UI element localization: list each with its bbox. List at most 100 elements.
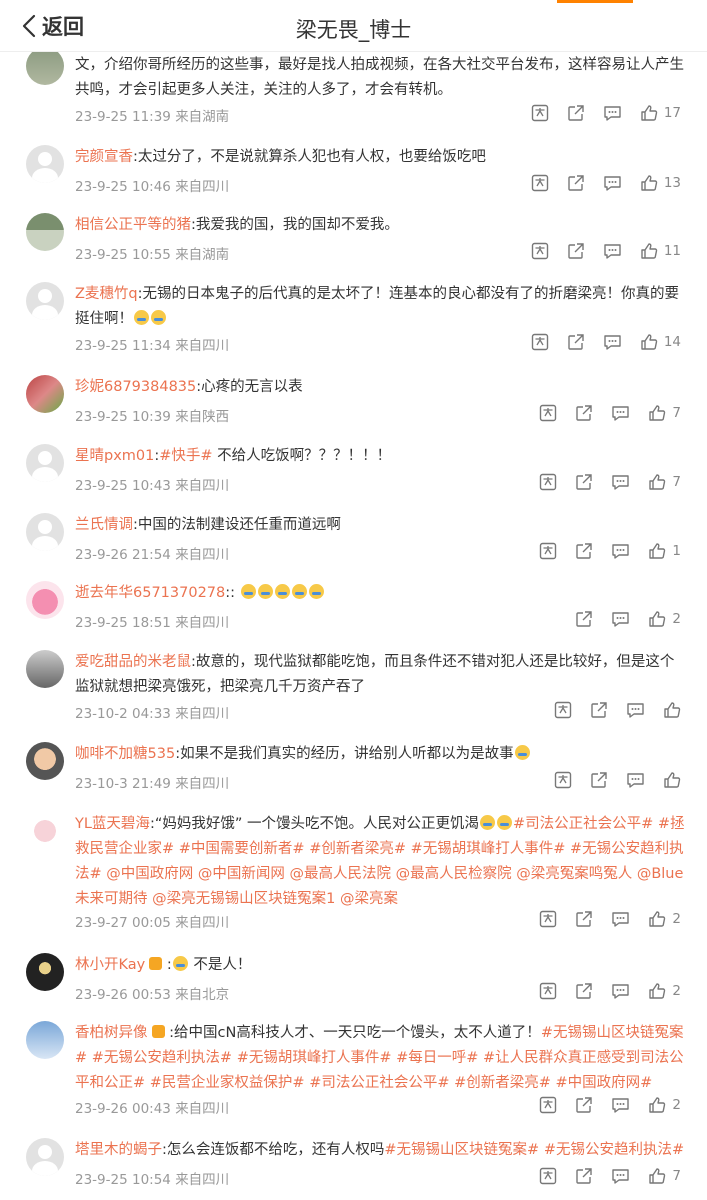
reply-button[interactable] — [603, 333, 622, 351]
username-link[interactable]: 塔里木的蝎子 — [75, 1142, 162, 1158]
like-button[interactable]: 2 — [648, 1096, 681, 1114]
share-button[interactable] — [575, 610, 593, 628]
username-link[interactable]: Z麦穗竹q — [75, 286, 138, 302]
avatar[interactable] — [26, 145, 64, 183]
username-link[interactable]: 星晴pxm01 — [75, 448, 154, 464]
topic-link[interactable]: @中国新闻网 — [198, 866, 285, 882]
topic-link[interactable]: #无锡锡山区块链冤案# — [384, 1142, 539, 1158]
translate-button[interactable] — [539, 1096, 557, 1114]
translate-button[interactable] — [539, 404, 557, 422]
reply-button[interactable] — [626, 701, 645, 719]
share-button[interactable] — [575, 404, 593, 422]
translate-button[interactable] — [554, 701, 572, 719]
like-button[interactable]: 1 — [648, 542, 681, 560]
reply-button[interactable] — [611, 473, 630, 491]
avatar[interactable] — [26, 742, 64, 780]
topic-link[interactable]: #无锡公安趋利执法# — [544, 1142, 684, 1158]
reply-button[interactable] — [611, 1096, 630, 1114]
username-link[interactable]: 爱吃甜品的米老鼠 — [75, 654, 191, 670]
translate-button[interactable] — [554, 771, 572, 789]
translate-button[interactable] — [531, 333, 549, 351]
reply-button[interactable] — [611, 910, 630, 928]
username-link[interactable]: 林小开Kay — [75, 957, 145, 973]
topic-link[interactable]: #无锡胡琪峰打人事件# — [411, 841, 566, 857]
topic-link[interactable]: @最高人民法院 — [289, 866, 391, 882]
username-link[interactable]: 相信公正平等的猪 — [75, 217, 191, 233]
avatar[interactable] — [26, 375, 64, 413]
avatar[interactable] — [26, 1138, 64, 1176]
share-button[interactable] — [575, 1096, 593, 1114]
share-button[interactable] — [590, 701, 608, 719]
share-button[interactable] — [575, 1167, 593, 1185]
translate-button[interactable] — [539, 1167, 557, 1185]
like-button[interactable]: 7 — [648, 404, 681, 422]
reply-button[interactable] — [611, 610, 630, 628]
topic-link[interactable]: @梁亮冤案鸣冤人 — [516, 866, 632, 882]
translate-button[interactable] — [539, 982, 557, 1000]
share-button[interactable] — [590, 771, 608, 789]
share-button[interactable] — [567, 174, 585, 192]
reply-button[interactable] — [626, 771, 645, 789]
like-button[interactable]: 14 — [640, 333, 681, 351]
topic-link[interactable]: #快手# — [159, 448, 212, 464]
topic-link[interactable]: @最高人民检察院 — [396, 866, 512, 882]
reply-button[interactable] — [611, 404, 630, 422]
share-button[interactable] — [575, 982, 593, 1000]
avatar[interactable] — [26, 444, 64, 482]
share-button[interactable] — [575, 473, 593, 491]
reply-button[interactable] — [603, 104, 622, 122]
like-button[interactable]: 2 — [648, 910, 681, 928]
translate-button[interactable] — [531, 104, 549, 122]
reply-button[interactable] — [603, 242, 622, 260]
avatar[interactable] — [26, 1021, 64, 1059]
like-button[interactable]: 7 — [648, 1167, 681, 1185]
topic-link[interactable]: #司法公正社会公平# — [513, 816, 653, 832]
like-button[interactable]: 2 — [648, 610, 681, 628]
share-button[interactable] — [575, 910, 593, 928]
translate-button[interactable] — [531, 174, 549, 192]
avatar[interactable] — [26, 282, 64, 320]
reply-button[interactable] — [611, 542, 630, 560]
share-button[interactable] — [567, 333, 585, 351]
username-link[interactable]: 香柏树异像 — [75, 1025, 148, 1041]
username-link[interactable]: 逝去年华6571370278 — [75, 585, 225, 601]
translate-button[interactable] — [531, 242, 549, 260]
avatar[interactable] — [26, 953, 64, 991]
username-link[interactable]: 咖啡不加糖535 — [75, 746, 175, 762]
avatar[interactable] — [26, 812, 64, 850]
topic-link[interactable]: #每日一呼# — [396, 1050, 478, 1066]
reply-button[interactable] — [603, 174, 622, 192]
like-button[interactable]: 2 — [648, 982, 681, 1000]
like-button[interactable]: 7 — [648, 473, 681, 491]
avatar[interactable] — [26, 650, 64, 688]
username-link[interactable]: YL蓝天碧海 — [75, 816, 150, 832]
topic-link[interactable]: @梁亮无锡锡山区块链冤案1 — [152, 891, 335, 907]
like-button[interactable]: 13 — [640, 174, 681, 192]
topic-link[interactable]: #无锡胡琪峰打人事件# — [237, 1050, 392, 1066]
topic-link[interactable]: @中国政府网 — [106, 866, 193, 882]
like-button[interactable] — [663, 701, 681, 719]
reply-button[interactable] — [611, 1167, 630, 1185]
translate-button[interactable] — [539, 542, 557, 560]
topic-link[interactable]: #创新者梁亮# — [309, 841, 406, 857]
avatar[interactable] — [26, 47, 64, 85]
share-button[interactable] — [567, 242, 585, 260]
avatar[interactable] — [26, 513, 64, 551]
like-button[interactable] — [663, 771, 681, 789]
topic-link[interactable]: #无锡公安趋利执法# — [92, 1050, 232, 1066]
topic-link[interactable]: #司法公正社会公平# — [309, 1075, 449, 1091]
username-link[interactable]: 完颜宣香 — [75, 149, 133, 165]
avatar[interactable] — [26, 213, 64, 251]
topic-link[interactable]: #民营企业家权益保护# — [150, 1075, 305, 1091]
share-button[interactable] — [575, 542, 593, 560]
like-button[interactable]: 11 — [640, 242, 681, 260]
topic-link[interactable]: #中国需要创新者# — [179, 841, 305, 857]
topic-link[interactable]: @梁亮案 — [340, 891, 398, 907]
share-button[interactable] — [567, 104, 585, 122]
topic-link[interactable]: #中国政府网# — [556, 1075, 653, 1091]
username-link[interactable]: 珍妮6879384835 — [75, 379, 196, 395]
translate-button[interactable] — [539, 910, 557, 928]
translate-button[interactable] — [539, 473, 557, 491]
like-button[interactable]: 17 — [640, 104, 681, 122]
reply-button[interactable] — [611, 982, 630, 1000]
